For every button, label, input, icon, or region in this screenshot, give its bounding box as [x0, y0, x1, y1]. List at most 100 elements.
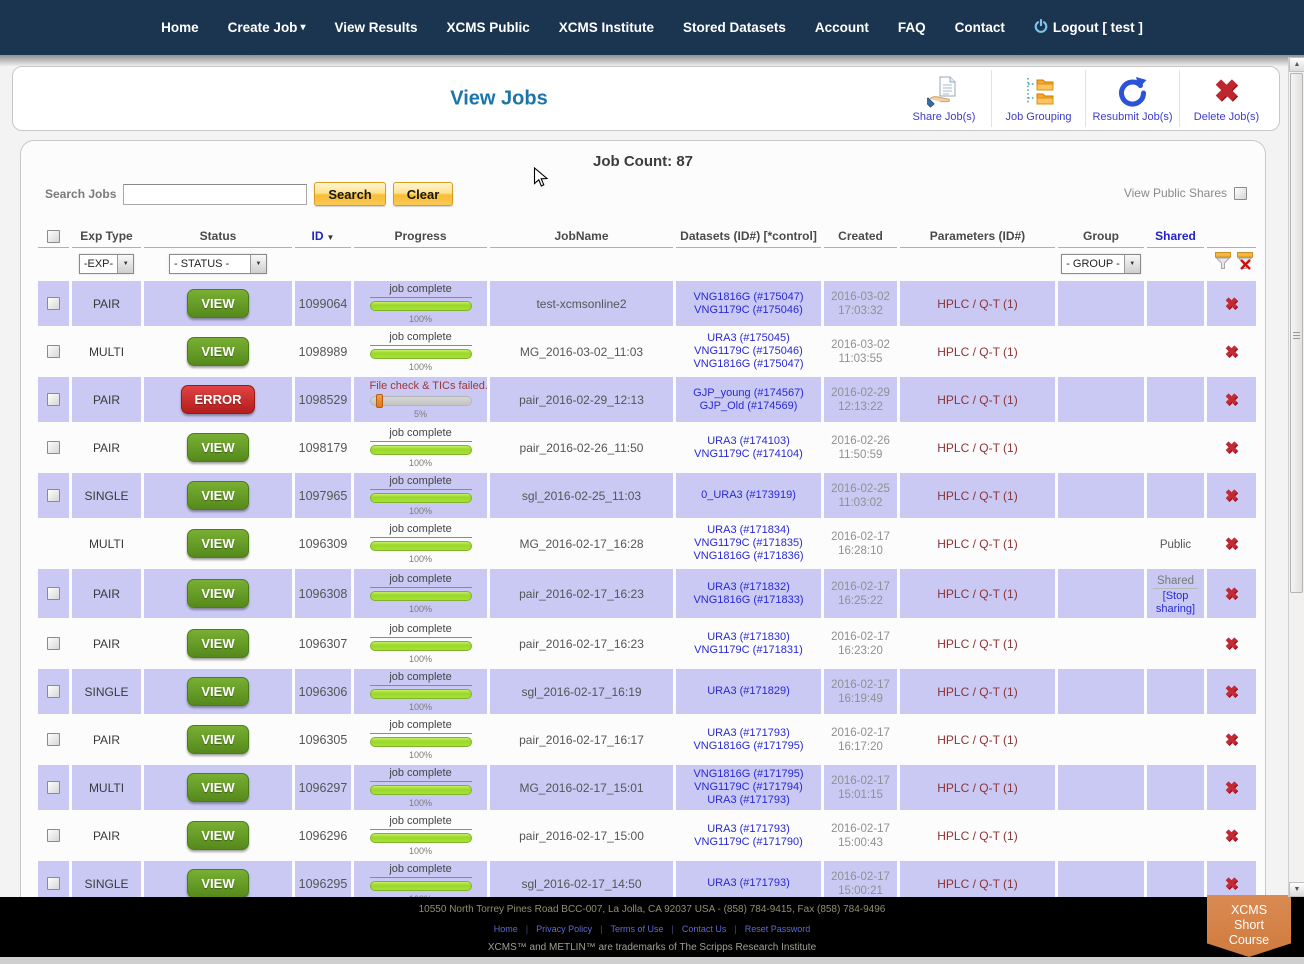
- select-all-checkbox[interactable]: [47, 230, 60, 244]
- dataset-link[interactable]: URA3 (#171834): [679, 524, 818, 537]
- resubmit-jobs-button[interactable]: Resubmit Job(s): [1085, 70, 1179, 127]
- group-filter[interactable]: - GROUP - ▼: [1061, 253, 1141, 274]
- nav-item-xcms-institute[interactable]: XCMS Institute: [559, 20, 654, 35]
- scrollbar-thumb[interactable]: [1290, 73, 1303, 593]
- parameters-link[interactable]: HPLC / Q-T (1): [937, 489, 1017, 503]
- dataset-link[interactable]: 0_URA3 (#173919): [679, 489, 818, 502]
- footer-link-terms-of-use[interactable]: Terms of Use: [610, 924, 663, 934]
- dataset-link[interactable]: URA3 (#171829): [679, 685, 818, 698]
- row-checkbox[interactable]: [47, 393, 60, 407]
- view-button[interactable]: VIEW: [187, 869, 249, 897]
- parameters-link[interactable]: HPLC / Q-T (1): [937, 537, 1017, 551]
- row-checkbox[interactable]: [47, 829, 60, 843]
- row-checkbox[interactable]: [47, 781, 60, 795]
- view-public-shares-checkbox[interactable]: [1234, 186, 1247, 200]
- delete-job-icon[interactable]: ✖: [1225, 828, 1238, 845]
- parameters-link[interactable]: HPLC / Q-T (1): [937, 685, 1017, 699]
- parameters-link[interactable]: HPLC / Q-T (1): [937, 345, 1017, 359]
- dataset-link[interactable]: VNG1816G (#171795): [679, 768, 818, 781]
- search-input[interactable]: [123, 183, 308, 205]
- col-shared[interactable]: Shared: [1147, 226, 1204, 249]
- dataset-link[interactable]: VNG1179C (#171831): [679, 644, 818, 657]
- parameters-link[interactable]: HPLC / Q-T (1): [937, 587, 1017, 601]
- share-jobs-button[interactable]: Share Job(s): [897, 70, 991, 127]
- row-checkbox[interactable]: [47, 297, 60, 311]
- nav-item-account[interactable]: Account: [815, 20, 869, 35]
- view-button[interactable]: VIEW: [187, 579, 249, 609]
- delete-jobs-button[interactable]: ✖ Delete Job(s): [1179, 70, 1273, 127]
- delete-job-icon[interactable]: ✖: [1225, 392, 1238, 409]
- parameters-link[interactable]: HPLC / Q-T (1): [937, 829, 1017, 843]
- dataset-link[interactable]: VNG1816G (#171836): [679, 550, 818, 563]
- view-button[interactable]: VIEW: [187, 821, 249, 851]
- dataset-link[interactable]: VNG1816G (#171795): [679, 740, 818, 753]
- view-button[interactable]: VIEW: [187, 529, 249, 559]
- dataset-link[interactable]: VNG1179C (#171835): [679, 537, 818, 550]
- logout-button[interactable]: Logout [ test ]: [1034, 18, 1143, 36]
- parameters-link[interactable]: HPLC / Q-T (1): [937, 393, 1017, 407]
- scroll-down-button[interactable]: ▼: [1289, 882, 1304, 897]
- delete-job-icon[interactable]: ✖: [1225, 488, 1238, 505]
- row-checkbox[interactable]: [47, 733, 60, 747]
- footer-link-reset-password[interactable]: Reset Password: [745, 924, 811, 934]
- status-filter[interactable]: - STATUS - ▼: [169, 253, 267, 274]
- dataset-link[interactable]: VNG1816G (#175047): [679, 358, 818, 371]
- vertical-scrollbar[interactable]: ▲ ▼: [1288, 57, 1304, 897]
- row-checkbox[interactable]: [47, 685, 60, 699]
- parameters-link[interactable]: HPLC / Q-T (1): [937, 733, 1017, 747]
- dataset-link[interactable]: VNG1816G (#171833): [679, 594, 818, 607]
- dataset-link[interactable]: URA3 (#174103): [679, 435, 818, 448]
- error-button[interactable]: ERROR: [180, 385, 256, 415]
- view-button[interactable]: VIEW: [187, 337, 249, 367]
- view-button[interactable]: VIEW: [187, 773, 249, 803]
- nav-item-view-results[interactable]: View Results: [334, 20, 417, 35]
- nav-item-stored-datasets[interactable]: Stored Datasets: [683, 20, 786, 35]
- exp-type-filter[interactable]: -EXP- ▼: [78, 253, 135, 274]
- view-button[interactable]: VIEW: [187, 629, 249, 659]
- delete-job-icon[interactable]: ✖: [1225, 636, 1238, 653]
- footer-link-contact-us[interactable]: Contact Us: [682, 924, 727, 934]
- col-id-sort[interactable]: ID ▼: [295, 226, 351, 249]
- parameters-link[interactable]: HPLC / Q-T (1): [937, 781, 1017, 795]
- delete-job-icon[interactable]: ✖: [1225, 586, 1238, 603]
- row-checkbox[interactable]: [47, 441, 60, 455]
- dataset-link[interactable]: VNG1179C (#175046): [679, 304, 818, 317]
- parameters-link[interactable]: HPLC / Q-T (1): [937, 637, 1017, 651]
- dataset-link[interactable]: URA3 (#171830): [679, 631, 818, 644]
- footer-link-privacy-policy[interactable]: Privacy Policy: [536, 924, 592, 934]
- delete-job-icon[interactable]: ✖: [1225, 296, 1238, 313]
- delete-job-icon[interactable]: ✖: [1225, 876, 1238, 893]
- nav-item-create-job[interactable]: Create Job ▾: [228, 20, 306, 35]
- stop-sharing-link[interactable]: [Stop sharing]: [1150, 590, 1201, 616]
- search-button[interactable]: Search: [314, 182, 386, 206]
- dataset-link[interactable]: VNG1179C (#174104): [679, 448, 818, 461]
- scroll-up-button[interactable]: ▲: [1289, 57, 1304, 72]
- parameters-link[interactable]: HPLC / Q-T (1): [937, 877, 1017, 891]
- dataset-link[interactable]: GJP_Old (#174569): [679, 400, 818, 413]
- nav-item-faq[interactable]: FAQ: [898, 20, 926, 35]
- apply-filter-icon[interactable]: [1215, 252, 1231, 275]
- dataset-link[interactable]: VNG1179C (#175046): [679, 345, 818, 358]
- job-grouping-button[interactable]: Job Grouping: [991, 70, 1085, 127]
- parameters-link[interactable]: HPLC / Q-T (1): [937, 297, 1017, 311]
- delete-job-icon[interactable]: ✖: [1225, 536, 1238, 553]
- view-button[interactable]: VIEW: [187, 725, 249, 755]
- parameters-link[interactable]: HPLC / Q-T (1): [937, 441, 1017, 455]
- dataset-link[interactable]: URA3 (#171793): [679, 877, 818, 890]
- dataset-link[interactable]: URA3 (#171793): [679, 727, 818, 740]
- view-button[interactable]: VIEW: [187, 289, 249, 319]
- dataset-link[interactable]: URA3 (#171793): [679, 823, 818, 836]
- dataset-link[interactable]: URA3 (#171793): [679, 794, 818, 807]
- delete-job-icon[interactable]: ✖: [1225, 780, 1238, 797]
- row-checkbox[interactable]: [47, 637, 60, 651]
- delete-job-icon[interactable]: ✖: [1225, 344, 1238, 361]
- nav-item-contact[interactable]: Contact: [955, 20, 1005, 35]
- delete-job-icon[interactable]: ✖: [1225, 440, 1238, 457]
- nav-item-xcms-public[interactable]: XCMS Public: [447, 20, 530, 35]
- row-checkbox[interactable]: [47, 489, 60, 503]
- row-checkbox[interactable]: [47, 877, 60, 891]
- row-checkbox[interactable]: [47, 587, 60, 601]
- dataset-link[interactable]: VNG1816G (#175047): [679, 291, 818, 304]
- nav-item-home[interactable]: Home: [161, 20, 199, 35]
- footer-link-home[interactable]: Home: [494, 924, 518, 934]
